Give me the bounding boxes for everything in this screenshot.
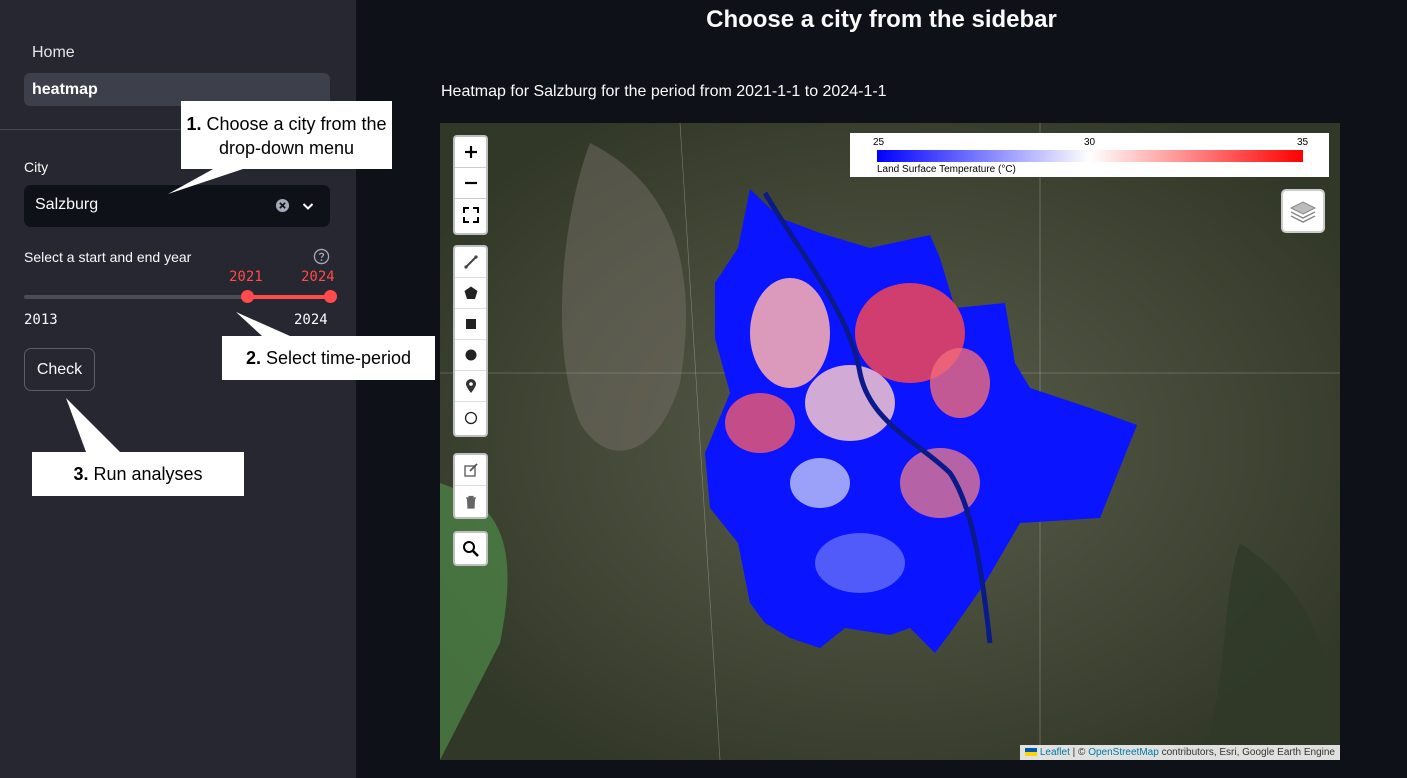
slider-end-handle[interactable] — [324, 290, 337, 303]
callout-run-analyses: 3. Run analyses — [32, 452, 244, 496]
fullscreen-button[interactable] — [455, 199, 486, 230]
draw-toolbar — [453, 245, 488, 437]
ukraine-flag-icon — [1024, 748, 1037, 757]
callout-choose-city: 1. Choose a city from the drop-down menu — [181, 101, 392, 169]
slider-selected-range — [247, 295, 330, 299]
polyline-icon — [463, 255, 478, 269]
draw-polyline-button[interactable] — [455, 247, 486, 278]
legend-max: 35 — [1297, 137, 1309, 148]
legend-gradient — [877, 150, 1303, 162]
slider-min-label: 2013 — [24, 312, 58, 328]
help-icon[interactable] — [313, 248, 330, 265]
attribution-separator: | © — [1069, 747, 1089, 758]
layers-control[interactable] — [1281, 189, 1325, 233]
callout-select-period: 2. Select time-period — [222, 336, 435, 380]
fullscreen-icon — [462, 206, 479, 223]
map-attribution: Leaflet | © OpenStreetMap contributors, … — [1019, 745, 1340, 760]
draw-rectangle-button[interactable] — [455, 309, 486, 340]
leaflet-link[interactable]: Leaflet — [1040, 747, 1070, 758]
legend-min: 25 — [873, 137, 885, 148]
slider-start-value: 2021 — [229, 269, 263, 285]
callout-1-number: 1. — [186, 114, 202, 134]
draw-circle-button[interactable] — [455, 340, 486, 371]
callout-3-number: 3. — [73, 464, 89, 484]
slider-end-value: 2024 — [301, 269, 335, 285]
check-button[interactable]: Check — [24, 348, 95, 391]
search-icon — [462, 540, 479, 557]
legend-mid: 30 — [1084, 137, 1096, 148]
minus-icon — [464, 181, 477, 185]
year-range-label: Select a start and end year — [24, 249, 192, 265]
search-button[interactable] — [453, 531, 488, 566]
zoom-out-button[interactable] — [455, 168, 486, 199]
draw-polygon-button[interactable] — [455, 278, 486, 309]
city-label: City — [24, 159, 49, 175]
callout-3-text: Run analyses — [93, 464, 203, 484]
edit-layers-button[interactable] — [455, 455, 486, 486]
heatmap-map[interactable]: 25 30 35 Land Surface Temperature (°C) L… — [440, 123, 1340, 760]
callout-1-text: Choose a city from the drop-down menu — [206, 114, 387, 158]
colorbar-legend: 25 30 35 Land Surface Temperature (°C) — [850, 133, 1329, 177]
legend-caption: Land Surface Temperature (°C) — [877, 164, 1016, 175]
callout-2-text: Select time-period — [265, 348, 412, 368]
slider-start-handle[interactable] — [241, 290, 254, 303]
circlemarker-icon — [464, 411, 477, 424]
heatmap-subtitle: Heatmap for Salzburg for the period from… — [441, 83, 887, 100]
marker-icon — [465, 379, 476, 393]
page-title: Choose a city from the sidebar — [706, 6, 1057, 33]
delete-layers-button[interactable] — [455, 486, 486, 517]
nav-home[interactable]: Home — [24, 36, 330, 69]
callout-2-number: 2. — [245, 348, 261, 368]
polygon-icon — [464, 286, 477, 299]
satellite-basemap — [440, 123, 1340, 760]
osm-link[interactable]: OpenStreetMap — [1088, 747, 1159, 758]
rectangle-icon — [465, 319, 476, 329]
chevron-down-icon[interactable] — [300, 198, 316, 214]
zoom-in-button[interactable] — [455, 137, 486, 168]
city-select[interactable]: Salzburg — [24, 185, 330, 227]
circle-icon — [465, 349, 476, 361]
attribution-text: contributors, Esri, Google Earth Engine — [1158, 747, 1335, 758]
zoom-controls — [453, 135, 488, 235]
edit-icon — [463, 463, 478, 477]
trash-icon — [465, 495, 476, 509]
draw-circlemarker-button[interactable] — [455, 402, 486, 433]
city-select-value: Salzburg — [35, 196, 99, 213]
clear-icon[interactable] — [275, 198, 290, 213]
edit-toolbar — [453, 453, 488, 519]
draw-marker-button[interactable] — [455, 371, 486, 402]
layers-icon — [1289, 201, 1317, 223]
slider-max-label: 2024 — [294, 312, 328, 328]
plus-icon — [464, 146, 477, 158]
